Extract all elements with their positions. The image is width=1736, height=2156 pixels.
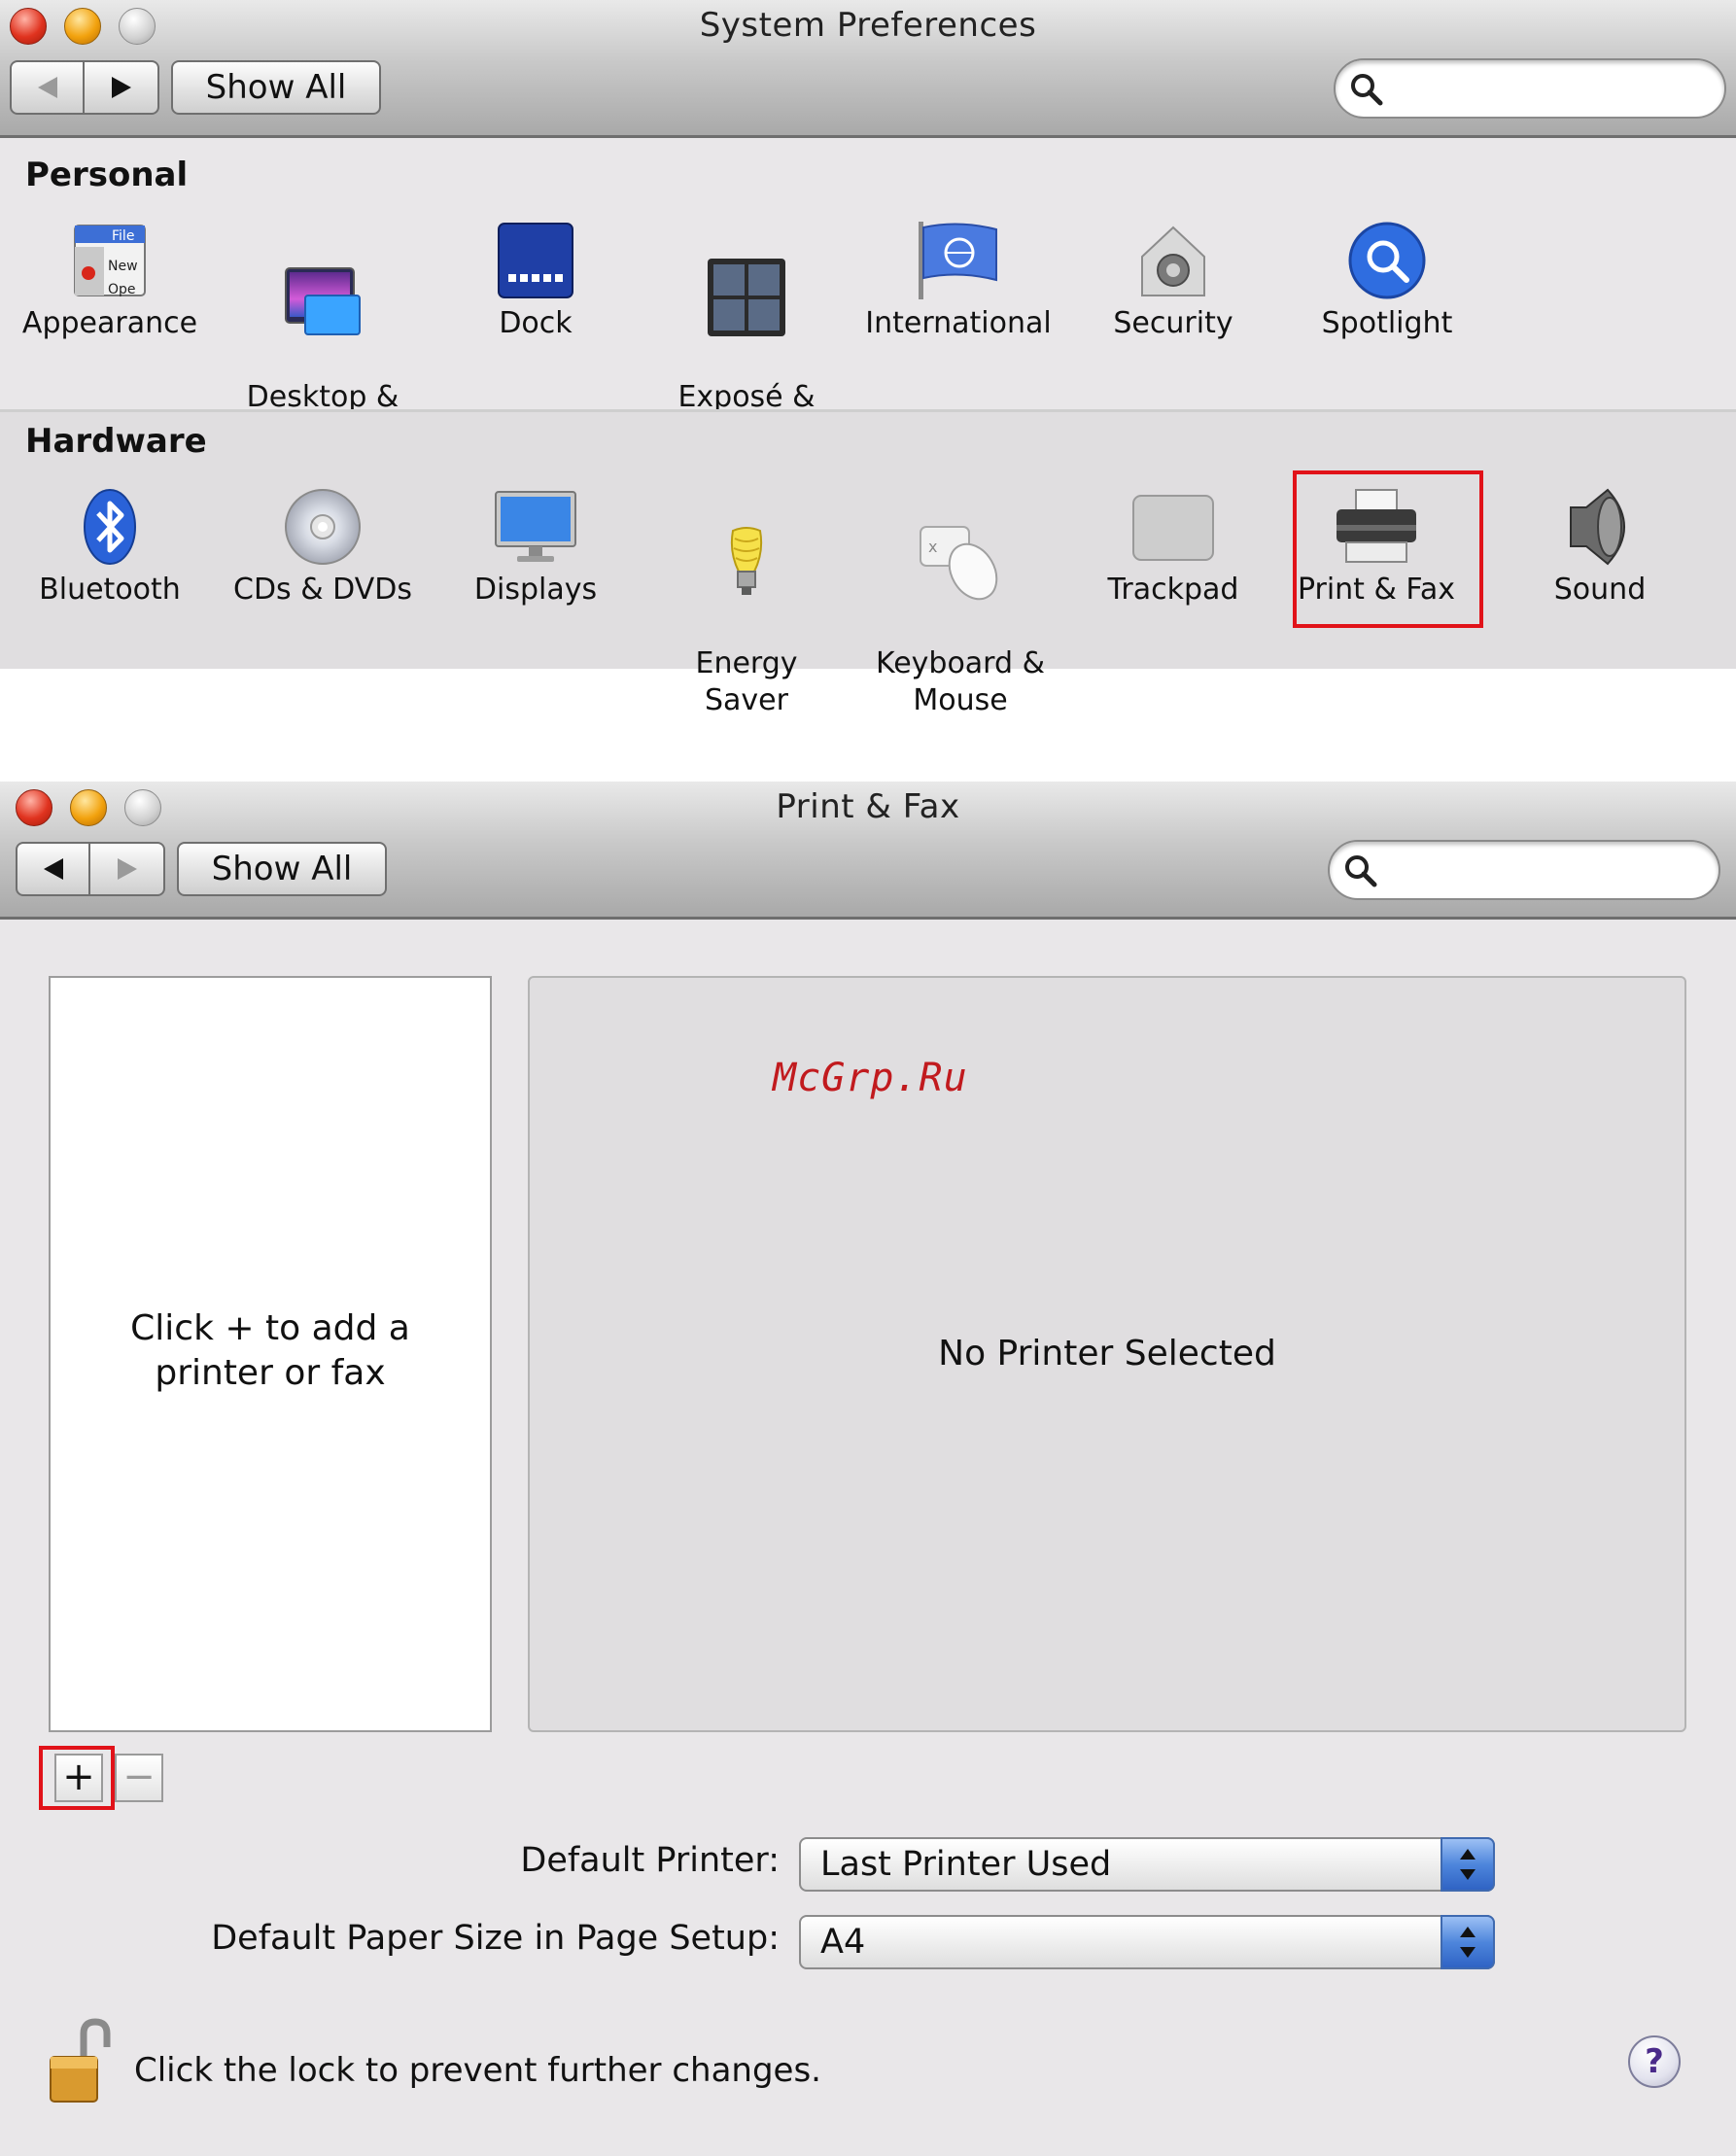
spotlight-icon — [1348, 222, 1426, 299]
pref-bluetooth[interactable]: Bluetooth — [29, 486, 191, 609]
display-icon — [495, 491, 576, 562]
forward-button[interactable] — [90, 842, 165, 896]
default-printer-value: Last Printer Used — [820, 1845, 1112, 1884]
speaker-icon — [1570, 488, 1625, 566]
pref-label: Spotlight — [1321, 306, 1453, 340]
keyboard-mouse-icon: x — [920, 526, 998, 601]
pref-label: Security — [1113, 306, 1233, 340]
popup-arrows-icon — [1441, 1837, 1495, 1892]
system-preferences-window: System Preferences Show All Personal Fil… — [0, 0, 1736, 717]
svg-text:New: New — [108, 259, 138, 274]
window-title: Print & Fax — [776, 787, 960, 826]
pref-label: Keyboard & Mouse — [876, 646, 1045, 717]
arrow-right-icon — [117, 858, 137, 880]
expose-icon — [708, 259, 785, 336]
add-button-highlight — [39, 1746, 115, 1810]
search-icon — [1351, 74, 1383, 106]
search-icon — [1345, 855, 1377, 887]
back-button[interactable] — [16, 842, 90, 896]
cd-icon — [285, 489, 361, 565]
pref-security[interactable]: Security — [1098, 220, 1248, 342]
popup-arrows-icon — [1441, 1915, 1495, 1969]
pref-label: Displays — [473, 573, 598, 607]
pref-label: Trackpad — [1107, 573, 1239, 607]
section-hardware: Hardware — [25, 422, 207, 461]
help-button[interactable]: ? — [1628, 2035, 1681, 2088]
appearance-icon: File New Ope — [74, 225, 146, 297]
lock-status-text: Click the lock to prevent further change… — [134, 2051, 821, 2090]
forward-button[interactable] — [85, 60, 159, 115]
watermark-text: McGrp.Ru — [773, 1056, 968, 1100]
default-printer-label: Default Printer: — [520, 1841, 780, 1880]
svg-text:Ope: Ope — [108, 282, 136, 297]
no-printer-selected-text: No Printer Selected — [938, 1334, 1276, 1374]
dock-icon — [498, 223, 573, 298]
pref-label: International — [865, 306, 1052, 340]
pref-displays[interactable]: Displays — [457, 486, 614, 609]
lock-button[interactable] — [45, 2018, 122, 2111]
pref-label: Energy Saver — [695, 646, 798, 717]
pref-label: Appearance — [21, 306, 198, 340]
arrow-left-icon — [37, 77, 57, 98]
window-title: System Preferences — [699, 6, 1037, 45]
pref-trackpad[interactable]: Trackpad — [1100, 486, 1246, 609]
pref-label: CDs & DVDs — [233, 573, 412, 607]
show-all-button[interactable]: Show All — [171, 60, 381, 115]
trackpad-icon — [1132, 495, 1214, 561]
pref-energy-saver[interactable]: Energy Saver — [671, 486, 822, 756]
printer-list-hint: Click + to add a printer or fax — [130, 1308, 410, 1393]
nav-buttons — [16, 842, 165, 896]
search-field[interactable] — [1334, 58, 1726, 119]
pref-appearance[interactable]: File New Ope Appearance — [19, 220, 200, 342]
search-input[interactable] — [1390, 70, 1705, 109]
pref-international[interactable]: International — [863, 220, 1054, 342]
print-fax-highlight — [1293, 470, 1483, 628]
bluetooth-icon — [84, 489, 136, 565]
international-icon — [919, 222, 997, 299]
remove-printer-button[interactable]: − — [115, 1754, 163, 1802]
pref-dock[interactable]: Dock — [457, 220, 614, 342]
paper-size-label: Default Paper Size in Page Setup: — [211, 1919, 780, 1958]
search-field[interactable] — [1328, 840, 1720, 900]
titlebar: System Preferences Show All — [0, 0, 1736, 138]
desktop-icon — [285, 267, 361, 335]
section-personal: Personal — [25, 156, 189, 194]
svg-text:x: x — [928, 538, 937, 556]
svg-text:File: File — [112, 228, 134, 244]
search-input[interactable] — [1384, 852, 1699, 890]
security-icon — [1141, 226, 1205, 296]
pref-label: Sound — [1553, 573, 1647, 607]
bulb-icon — [730, 527, 763, 595]
show-all-button[interactable]: Show All — [177, 842, 387, 896]
pref-keyboard-mouse[interactable]: x Keyboard & Mouse — [865, 486, 1056, 756]
nav-buttons — [10, 60, 159, 115]
pref-spotlight[interactable]: Spotlight — [1312, 220, 1462, 342]
paper-size-value: A4 — [820, 1923, 866, 1962]
pref-label: Bluetooth — [39, 573, 181, 607]
print-fax-window: Print & Fax Show All Click + to add a pr… — [0, 782, 1736, 2156]
arrow-right-icon — [111, 77, 131, 98]
pref-label: Dock — [499, 306, 573, 340]
pref-cds-dvds[interactable]: CDs & DVDs — [229, 486, 416, 609]
default-printer-popup[interactable]: Last Printer Used — [799, 1837, 1495, 1892]
pref-sound[interactable]: Sound — [1530, 486, 1670, 609]
unlocked-padlock-icon — [50, 2018, 111, 2103]
titlebar: Print & Fax Show All — [0, 782, 1736, 920]
back-button[interactable] — [10, 60, 85, 115]
paper-size-popup[interactable]: A4 — [799, 1915, 1495, 1969]
arrow-left-icon — [43, 858, 63, 880]
printer-detail-pane: No Printer Selected — [528, 976, 1686, 1732]
printer-list[interactable]: Click + to add a printer or fax — [49, 976, 492, 1732]
